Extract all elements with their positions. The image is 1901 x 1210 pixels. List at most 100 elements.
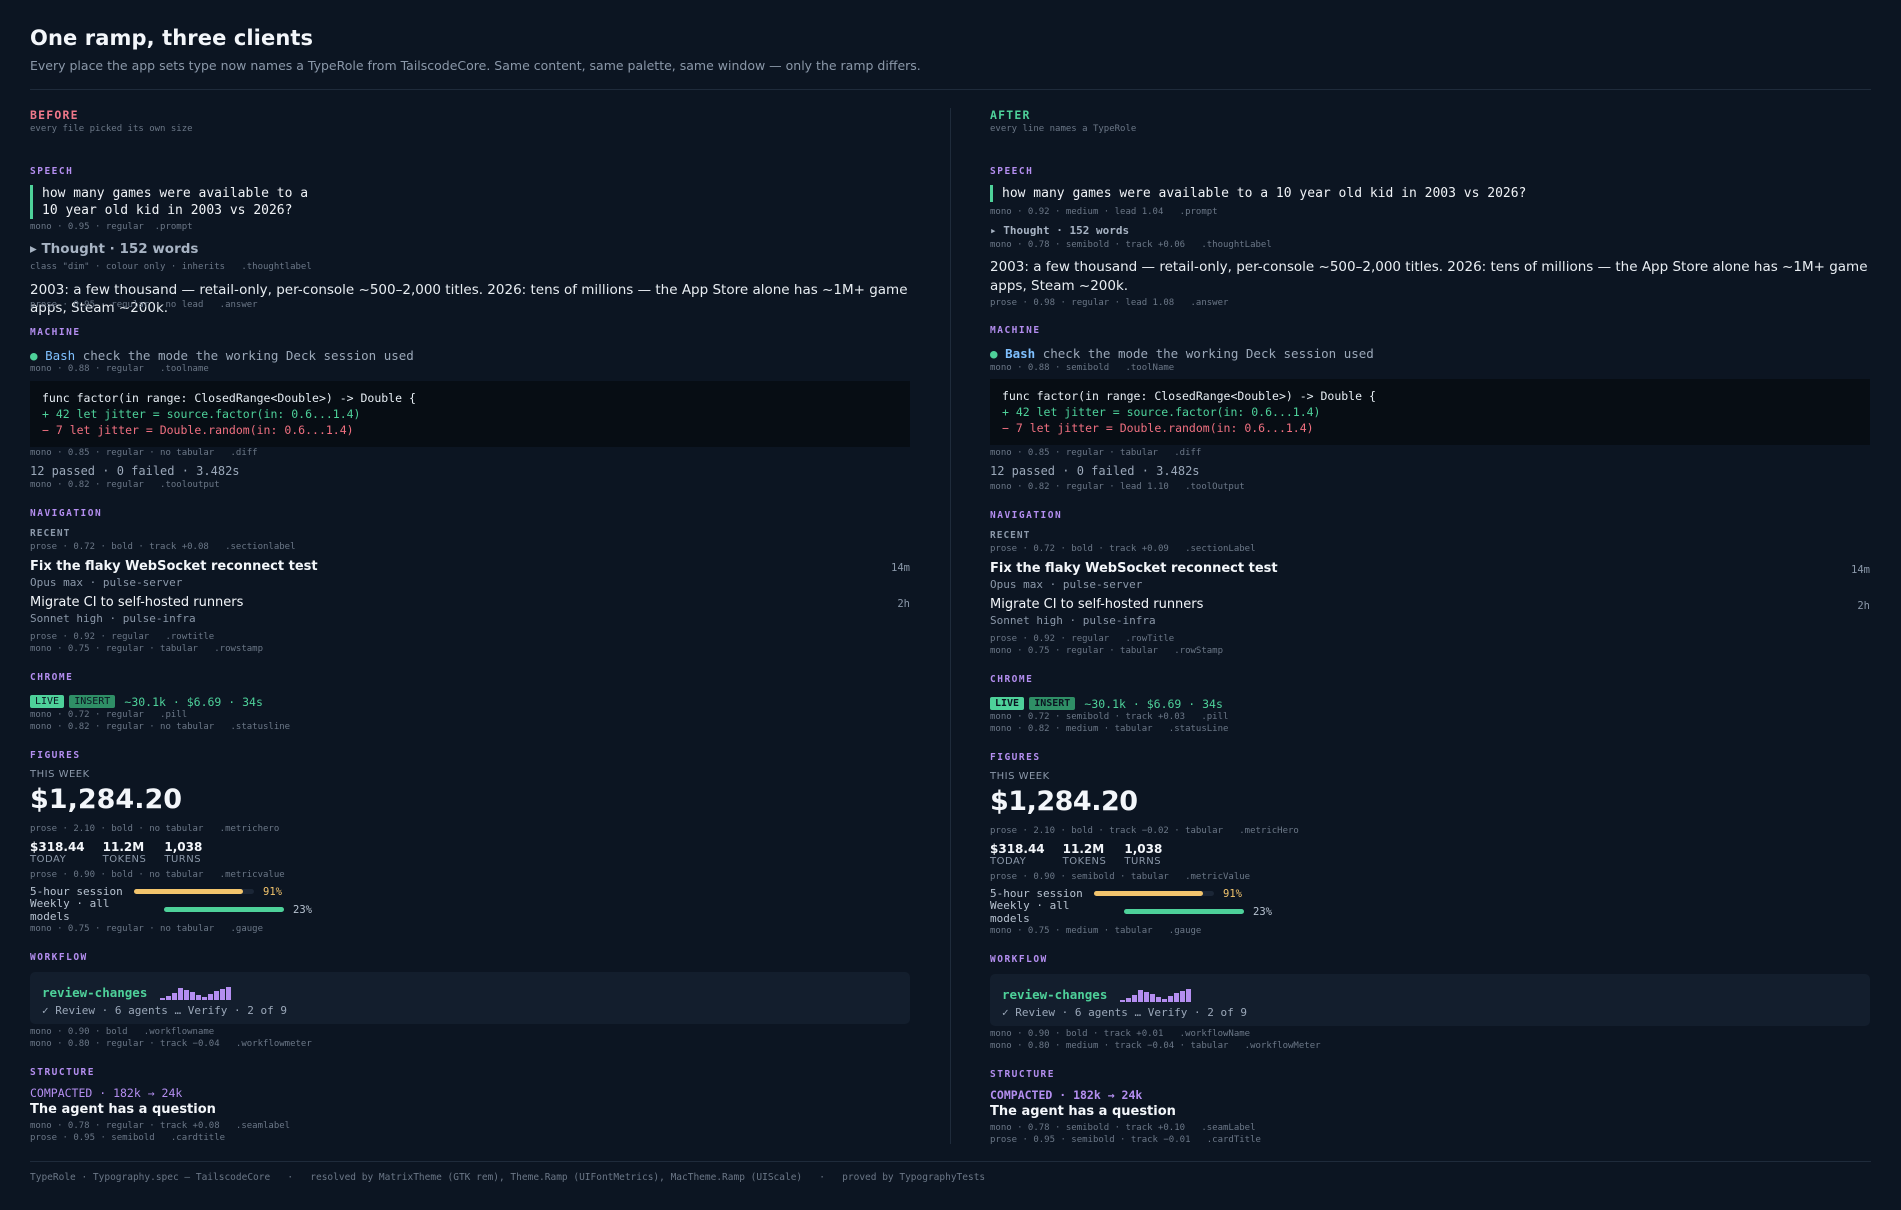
metric-value: 11.2M — [102, 840, 145, 854]
metric-value: $318.44 — [990, 842, 1045, 856]
before-label: BEFORE — [30, 108, 79, 122]
row-stamp: 2h — [1857, 600, 1870, 612]
meta-answer: prose · 0.95 · regular · no lead .answer — [30, 300, 258, 310]
row-stamp: 14m — [1851, 564, 1870, 576]
meta-workflowmeter: mono · 0.80 · medium · track −0.04 · tab… — [990, 1041, 1321, 1051]
metrics-row: $318.44 TODAY 11.2M TOKENS 1,038 TURNS — [30, 840, 910, 865]
thought-label[interactable]: ▸ Thought · 152 words — [990, 224, 1870, 237]
tool-call[interactable]: ● Bash check the mode the working Deck s… — [30, 348, 910, 363]
tool-args: check the mode the working Deck session … — [1042, 346, 1374, 361]
meta-pill: mono · 0.72 · regular .pill — [30, 710, 188, 720]
status-line: ~30.1k · $6.69 · 34s — [1084, 696, 1223, 711]
insert-pill: INSERT — [69, 695, 116, 708]
list-item[interactable]: Migrate CI to self-hosted runners Sonnet… — [30, 595, 910, 625]
workflow-sparkline — [1120, 988, 1192, 1002]
after-sublabel: every line names a TypeRole — [990, 124, 1137, 134]
status-dot-icon: ● — [30, 348, 38, 363]
metric-value: 1,038 — [164, 840, 203, 854]
section-figures: FIGURES — [30, 750, 81, 761]
header-divider — [30, 89, 1871, 90]
metric-tokens: 11.2M TOKENS — [103, 840, 147, 865]
meta-thought: class "dim" · colour only · inherits .th… — [30, 262, 312, 272]
workflow-meter: ✓ Review · 6 agents … Verify · 2 of 9 — [1002, 1006, 1248, 1019]
gauge-track — [164, 907, 284, 912]
thought-label[interactable]: ▸ Thought · 152 words — [30, 241, 910, 257]
tool-name: Bash — [1005, 346, 1036, 361]
answer-text: 2003: a few thousand — retail-only, per-… — [990, 259, 1868, 294]
metric-today: $318.44 TODAY — [990, 842, 1045, 867]
row-subtitle: Sonnet high · pulse-infra — [990, 614, 1156, 627]
section-machine: MACHINE — [990, 325, 1041, 336]
workflow-meter: ✓ Review · 6 agents … Verify · 2 of 9 — [42, 1004, 288, 1017]
section-structure: STRUCTURE — [30, 1067, 95, 1078]
workflow-name: review-changes — [42, 985, 148, 1000]
gauge-weekly: Weekly · all models 23% — [990, 899, 1870, 925]
gauge-label: Weekly · all models — [30, 896, 110, 923]
meta-seamlabel: mono · 0.78 · semibold · track +0.10 .se… — [990, 1123, 1256, 1133]
metric-value: 11.2M — [1062, 842, 1105, 856]
status-bar: LIVE INSERT ~30.1k · $6.69 · 34s — [990, 693, 1870, 712]
page-title: One ramp, three clients — [30, 26, 314, 50]
tool-name: Bash — [45, 348, 76, 363]
meta-statusline: mono · 0.82 · medium · tabular .statusLi… — [990, 724, 1229, 734]
workflow-card[interactable]: review-changes ✓ Review · 6 agents … Ver… — [990, 974, 1870, 1026]
meta-rowtitle: prose · 0.92 · regular .rowTitle — [990, 634, 1175, 644]
list-item[interactable]: Migrate CI to self-hosted runners Sonnet… — [990, 597, 1870, 627]
gauge-percent: 23% — [293, 903, 312, 916]
metric-label: TODAY — [30, 854, 67, 865]
row-title: Migrate CI to self-hosted runners — [990, 597, 1204, 612]
meta-pill: mono · 0.72 · semibold · track +0.03 .pi… — [990, 712, 1229, 722]
before-sublabel: every file picked its own size — [30, 124, 193, 134]
page-header: One ramp, three clients Every place the … — [30, 26, 1871, 73]
live-pill: LIVE — [990, 697, 1025, 710]
gauge-fill — [134, 889, 244, 894]
meta-tooloutput: mono · 0.82 · regular .tooloutput — [30, 480, 220, 490]
tool-call[interactable]: ● Bash check the mode the working Deck s… — [990, 346, 1870, 361]
diff-line-added: + 42 let jitter = source.factor(in: 0.6.… — [42, 407, 361, 421]
meta-gauge: mono · 0.75 · regular · no tabular .gaug… — [30, 924, 263, 934]
meta-rowtitle: prose · 0.92 · regular .rowtitle — [30, 632, 215, 642]
tool-output: 12 passed · 0 failed · 3.482s — [30, 464, 240, 478]
list-item[interactable]: Fix the flaky WebSocket reconnect test O… — [990, 561, 1870, 591]
diff-block: func factor(in range: ClosedRange<Double… — [990, 379, 1870, 445]
diff-line-added: + 42 let jitter = source.factor(in: 0.6.… — [1002, 405, 1321, 419]
meta-metrichero: prose · 2.10 · bold · track −0.02 · tabu… — [990, 826, 1299, 836]
gauge-fill — [1094, 891, 1204, 896]
meta-tooloutput: mono · 0.82 · regular · lead 1.10 .toolO… — [990, 482, 1245, 492]
workflow-card[interactable]: review-changes ✓ Review · 6 agents … Ver… — [30, 972, 910, 1024]
gauge-percent: 91% — [1223, 887, 1242, 900]
gauge-session: 5-hour session 91% — [990, 886, 1870, 901]
gauge-weekly: Weekly · all models 23% — [30, 897, 910, 923]
gauge-percent: 23% — [1253, 905, 1272, 918]
status-line: ~30.1k · $6.69 · 34s — [124, 694, 263, 709]
meta-thought: mono · 0.78 · semibold · track +0.06 .th… — [990, 240, 1272, 250]
list-item[interactable]: Fix the flaky WebSocket reconnect test O… — [30, 559, 910, 589]
diff-line-header: func factor(in range: ClosedRange<Double… — [1002, 389, 1376, 403]
section-speech: SPEECH — [30, 166, 74, 177]
gauge-label: Weekly · all models — [990, 898, 1070, 925]
this-week-label: THIS WEEK — [30, 769, 90, 780]
prompt-line-2: 10 year old kid in 2003 vs 2026? — [42, 203, 293, 218]
row-stamp: 2h — [897, 598, 910, 610]
meta-diff: mono · 0.85 · regular · no tabular .diff — [30, 448, 258, 458]
row-title: Fix the flaky WebSocket reconnect test — [30, 559, 318, 574]
metrics-row: $318.44 TODAY 11.2M TOKENS 1,038 TURNS — [990, 842, 1870, 867]
gauge-track — [134, 889, 254, 894]
meta-workflowname: mono · 0.90 · bold · track +0.01 .workfl… — [990, 1029, 1251, 1039]
meta-toolname: mono · 0.88 · regular .toolname — [30, 364, 209, 374]
meta-metricvalue: prose · 0.90 · bold · no tabular .metric… — [30, 870, 285, 880]
metric-value: 1,038 — [1124, 842, 1163, 856]
section-machine: MACHINE — [30, 327, 81, 338]
footer-divider — [30, 1161, 1871, 1162]
gauge-fill — [164, 907, 284, 912]
metric-value: $318.44 — [30, 840, 85, 854]
after-column: AFTER every line names a TypeRole SPEECH… — [990, 108, 1870, 1148]
row-subtitle: Sonnet high · pulse-infra — [30, 612, 196, 625]
this-week-label: THIS WEEK — [990, 771, 1050, 782]
meta-diff: mono · 0.85 · regular · tabular .diff — [990, 448, 1202, 458]
metric-turns: 1,038 TURNS — [164, 840, 202, 865]
section-figures: FIGURES — [990, 752, 1041, 763]
metric-label: TOKENS — [102, 854, 147, 865]
section-chrome: CHROME — [30, 672, 74, 683]
recent-label: RECENT — [30, 528, 71, 539]
